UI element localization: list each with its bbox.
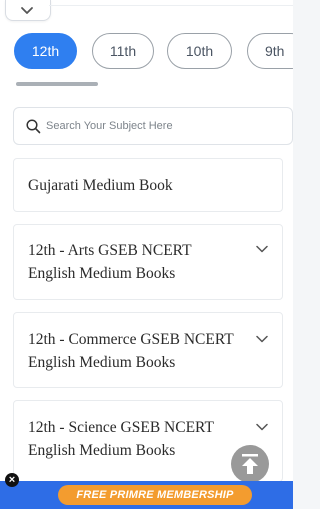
chevron-down-icon[interactable]	[256, 245, 268, 253]
search-bar	[13, 107, 293, 145]
collapse-tab[interactable]	[5, 0, 51, 21]
tab-9th[interactable]: 9th	[247, 33, 293, 69]
page: 12th 11th 10th 9th Gujarati Medium Book …	[0, 0, 293, 509]
chevron-down-icon	[21, 7, 33, 14]
scroll-to-top-button[interactable]	[231, 445, 269, 483]
top-divider	[49, 0, 293, 6]
chevron-down-icon[interactable]	[256, 335, 268, 343]
arrow-up-to-top-icon	[242, 454, 258, 474]
card-title: 12th - Science GSEB NCERT English Medium…	[28, 419, 214, 459]
card-title: 12th - Commerce GSEB NCERT English Mediu…	[28, 331, 234, 371]
card-title: 12th - Arts GSEB NCERT English Medium Bo…	[28, 242, 192, 282]
search-input[interactable]	[46, 116, 281, 136]
tab-10th[interactable]: 10th	[167, 33, 232, 69]
tabs-scroll-indicator[interactable]	[16, 82, 98, 86]
membership-banner[interactable]: FREE PRIMRE MEMBERSHIP	[0, 481, 293, 509]
tab-11th[interactable]: 11th	[92, 33, 154, 69]
close-banner-button[interactable]: ×	[5, 473, 19, 487]
subject-card-commerce[interactable]: 12th - Commerce GSEB NCERT English Mediu…	[13, 312, 283, 388]
search-icon	[26, 119, 41, 134]
chevron-down-icon[interactable]	[256, 423, 268, 431]
card-title: Gujarati Medium Book	[28, 177, 173, 194]
tab-12th[interactable]: 12th	[14, 33, 77, 69]
membership-button[interactable]: FREE PRIMRE MEMBERSHIP	[58, 485, 252, 505]
grade-tabs: 12th 11th 10th 9th	[0, 33, 293, 73]
subject-card-gujarati[interactable]: Gujarati Medium Book	[13, 158, 283, 212]
subject-card-arts[interactable]: 12th - Arts GSEB NCERT English Medium Bo…	[13, 224, 283, 300]
